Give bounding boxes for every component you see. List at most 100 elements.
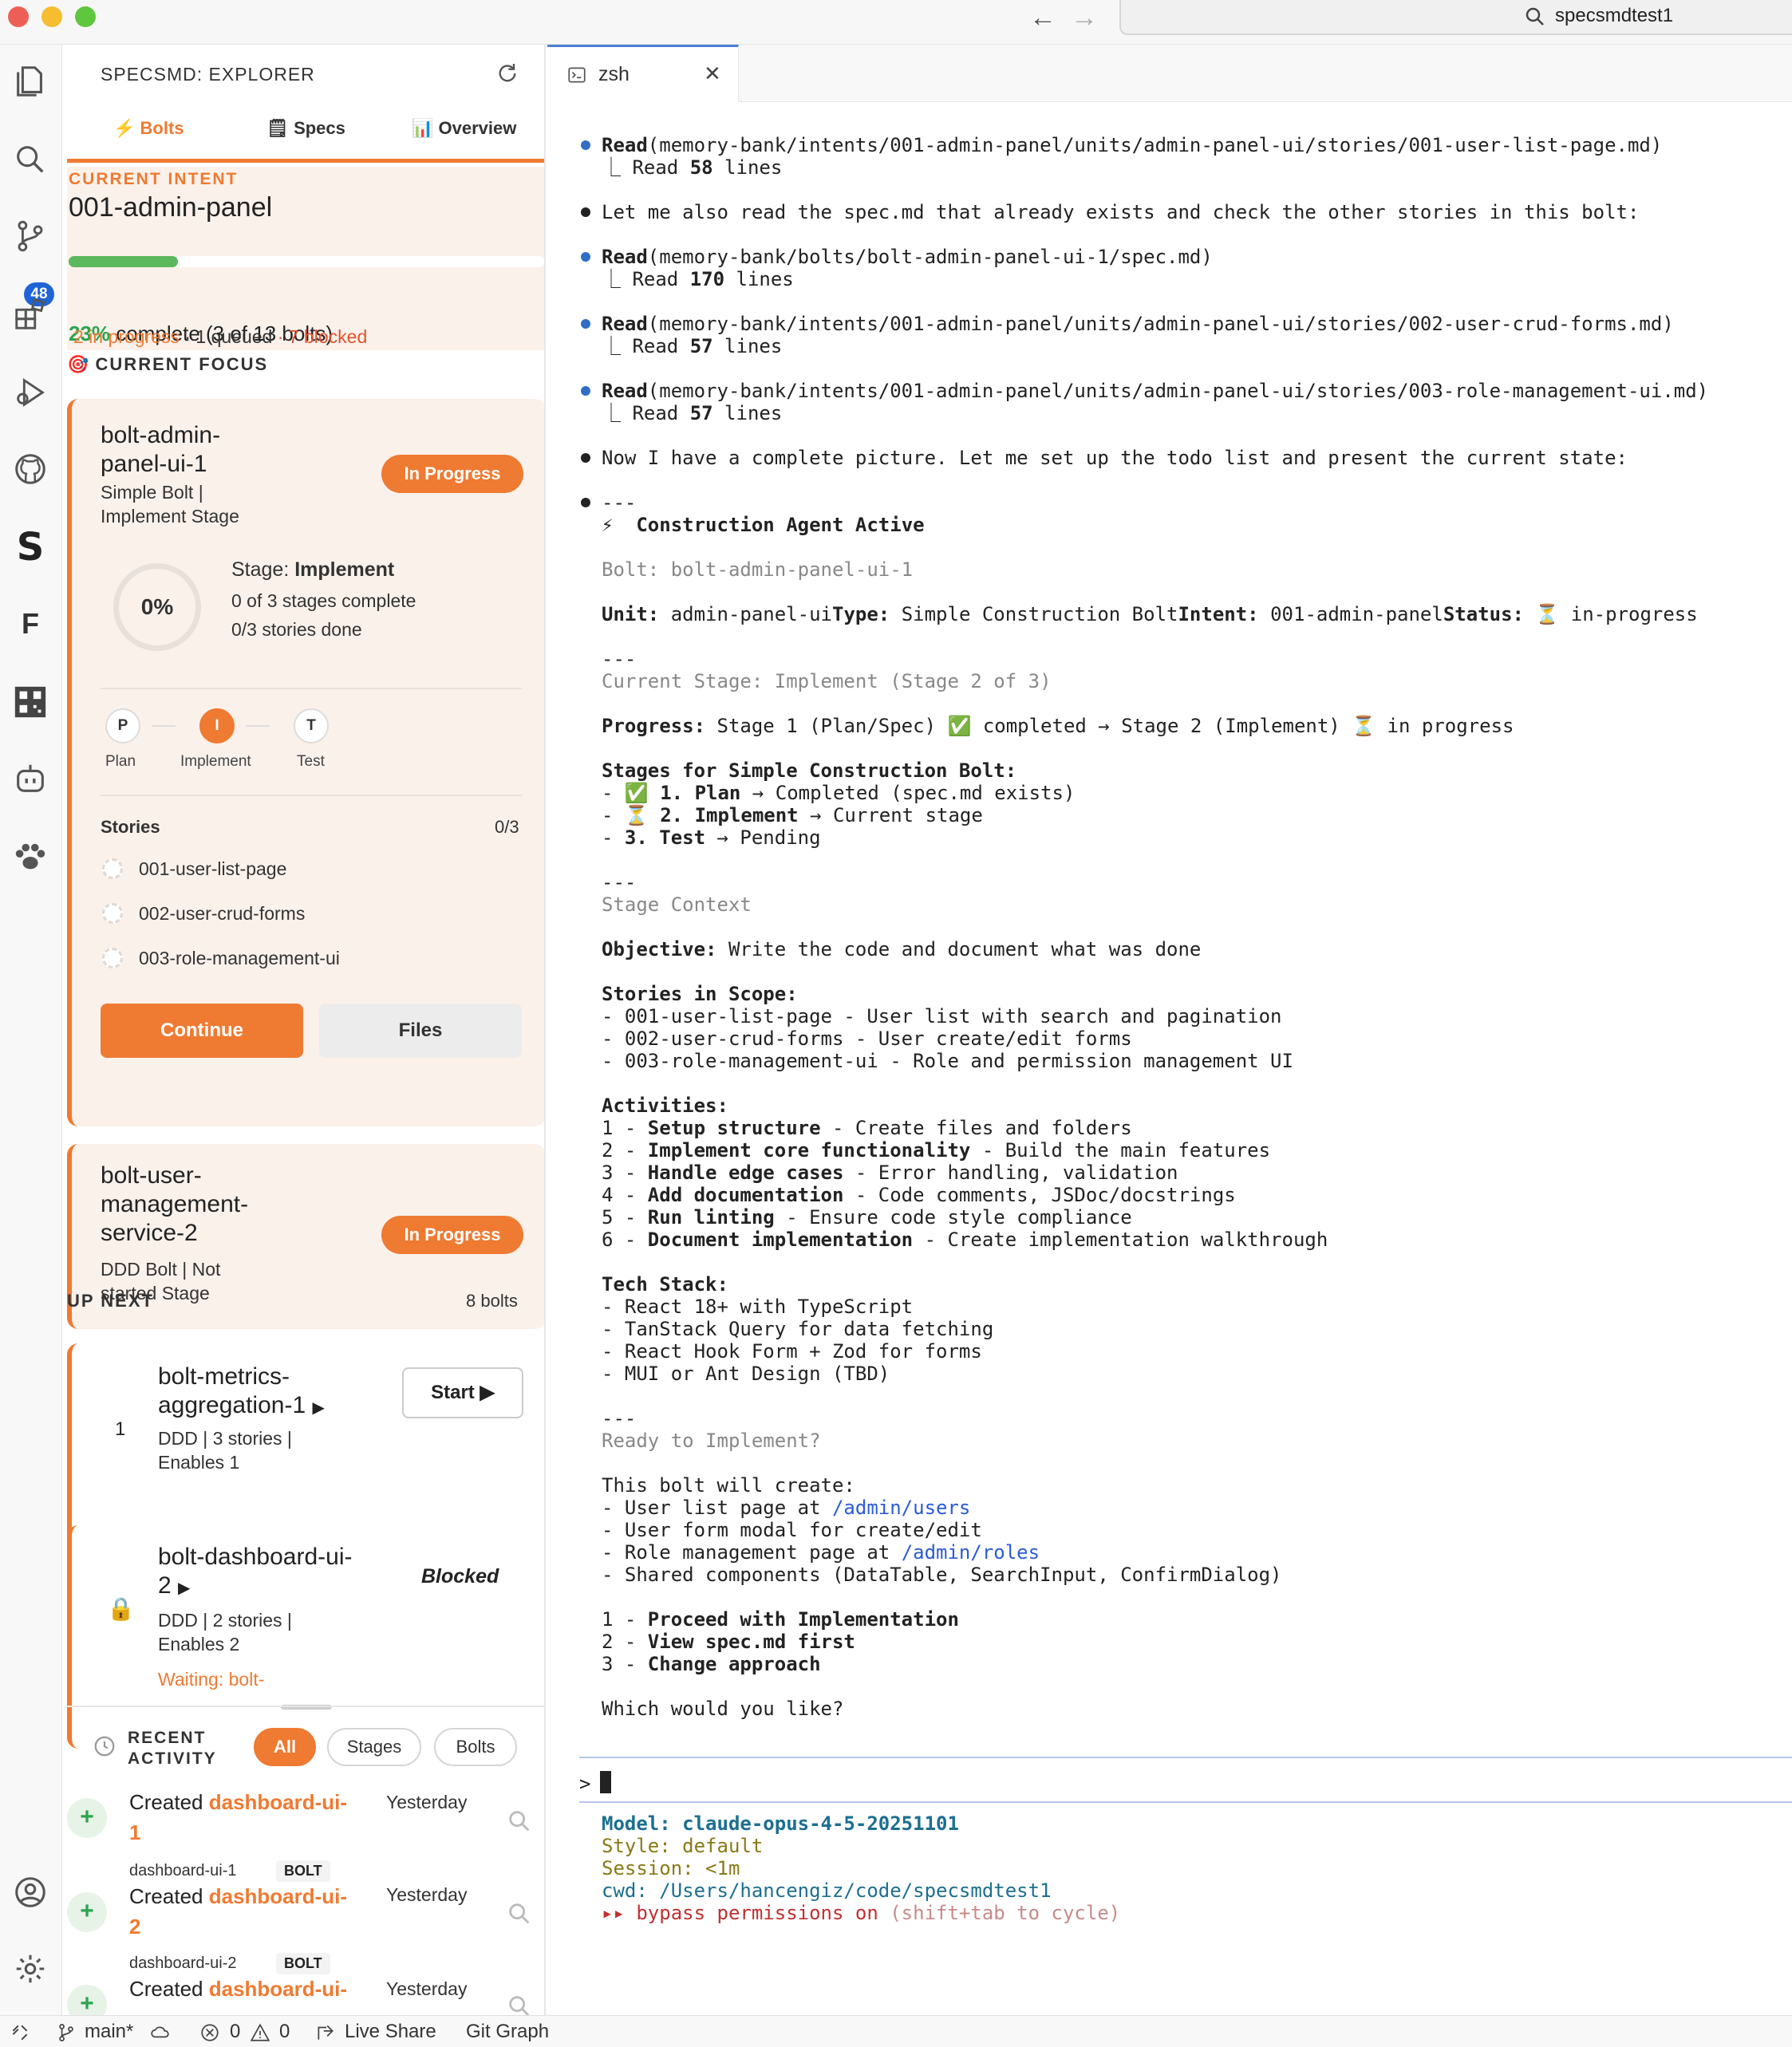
back-arrow-icon[interactable]: ← [1029, 2, 1056, 34]
branch-icon [59, 2024, 73, 2041]
close-icon[interactable]: ✕ [704, 61, 721, 86]
sync-cloud-icon[interactable] [148, 2022, 172, 2043]
bolt-name: bolt-admin-panel-ui-1 [101, 422, 221, 477]
activity-link[interactable]: dashboard-ui- [209, 1977, 347, 2001]
maximize-window-button[interactable] [75, 6, 96, 27]
branch-name[interactable]: main* [85, 2021, 133, 2043]
files-button[interactable]: Files [319, 1004, 522, 1058]
search-text: specsmdtest1 [1555, 5, 1674, 26]
story-item[interactable]: 003-role-management-ui [139, 946, 340, 970]
magnifier-icon[interactable] [506, 1993, 533, 2015]
tab-bolts[interactable]: ⚡ Bolts [113, 118, 184, 139]
in-progress-count[interactable]: 2 in progress [73, 326, 180, 347]
activity-link[interactable]: dashboard-ui- [209, 1790, 347, 1814]
live-share[interactable]: Live Share [345, 2021, 436, 2043]
activity-link[interactable]: dashboard-ui- [209, 1884, 347, 1908]
live-share-icon[interactable] [314, 2022, 337, 2043]
source-control-icon[interactable] [10, 215, 51, 257]
tool-bullet-icon [581, 386, 590, 396]
tab-label: zsh [598, 63, 630, 85]
explorer-files-icon[interactable] [10, 61, 51, 102]
copilot-robot-icon[interactable] [10, 758, 51, 799]
up-next-item-dashboard-ui-2[interactable]: 🔒 bolt-dashboard-ui- 2 ▶ Blocked DDD | 2 … [67, 1525, 544, 1749]
path-link[interactable]: /admin/users [832, 1497, 970, 1519]
created-icon: + [67, 1798, 107, 1838]
expand-arrow-icon[interactable]: ▶ [313, 1399, 325, 1417]
terminal-panel[interactable]: Read(memory-bank/intents/001-admin-panel… [547, 102, 1792, 2023]
activity-text: Created dashboard-ui- [129, 1977, 348, 2001]
account-icon[interactable] [10, 1871, 51, 1913]
search-icon[interactable] [10, 139, 51, 180]
step-connector [246, 725, 270, 727]
fire-flow-icon[interactable]: F [10, 603, 51, 645]
model-line: Model: claude-opus-4-5-20251101 [602, 1812, 959, 1835]
creates-line: - Shared components (DataTable, SearchIn… [602, 1564, 1282, 1586]
github-icon[interactable] [10, 448, 51, 490]
filter-stages[interactable]: Stages [327, 1728, 421, 1766]
command-center-search[interactable]: specsmdtest1 [1119, 0, 1792, 35]
editor-tab-bar: zsh ✕ [547, 45, 1792, 102]
blocked-status: Blocked [421, 1565, 499, 1588]
terminal-icon [568, 67, 586, 83]
forward-arrow-icon[interactable]: → [1071, 2, 1098, 34]
specsmd-icon[interactable]: S [10, 525, 51, 570]
bolt-card-admin-panel-ui-1[interactable]: bolt-admin-panel-ui-1 Simple Bolt | Imple… [67, 399, 544, 1126]
run-debug-icon[interactable] [10, 372, 51, 413]
continue-button[interactable]: Continue [101, 1004, 303, 1058]
tab-overview[interactable]: 📊 Overview [412, 118, 516, 139]
expand-arrow-icon[interactable]: ▶ [178, 1580, 190, 1597]
git-graph[interactable]: Git Graph [466, 2021, 549, 2043]
specs-icon: 🗒 [266, 118, 289, 138]
activity-line: 5 - Run linting - Ensure code style comp… [602, 1206, 1132, 1229]
option-line: 3 - Change approach [602, 1653, 821, 1675]
stories-done: 0/3 stories done [231, 619, 362, 640]
assistant-message: Let me also read the spec.md that alread… [602, 201, 1640, 223]
minimize-window-button[interactable] [41, 6, 62, 27]
creates-heading: This bolt will create: [602, 1474, 855, 1497]
story-item[interactable]: 002-user-crud-forms [139, 901, 305, 925]
current-stage: Current Stage: Implement (Stage 2 of 3) [602, 670, 1052, 692]
warning-icon[interactable] [249, 2022, 271, 2043]
bypass-line: ▸▸ bypass permissions on (shift+tab to c… [602, 1902, 1121, 1924]
ready-line: Ready to Implement? [602, 1430, 821, 1452]
up-next-item-metrics-aggregation-1[interactable]: 1 bolt-metrics-aggregation-1 ▶ DDD | 3 s… [67, 1343, 544, 1552]
path-link[interactable]: /admin/roles [902, 1541, 1040, 1564]
qr-icon[interactable] [10, 681, 51, 723]
magnifier-icon[interactable] [506, 1808, 533, 1835]
queue-number: 1 [115, 1418, 126, 1440]
tool-call-line: Read(memory-bank/bolts/bolt-admin-panel-… [602, 246, 1213, 268]
settings-gear-icon[interactable] [10, 1948, 51, 1990]
tab-specs[interactable]: 🗒 Specs [266, 118, 345, 139]
filter-bolts[interactable]: Bolts [434, 1728, 517, 1766]
error-count[interactable]: 0 [230, 2021, 240, 2043]
prompt-input[interactable]: > [579, 1763, 1792, 1803]
step-label: Plan [105, 753, 136, 770]
cwd-line: cwd: /Users/hancengiz/code/specsmdtest1 [602, 1879, 1052, 1902]
tool-result-line: ⎿ Read 58 lines [602, 156, 783, 179]
intent-name: 001-admin-panel [69, 192, 273, 223]
queued-count[interactable]: · 1 queued [184, 326, 272, 347]
tech-line: - React Hook Form + Zod for forms [602, 1340, 982, 1363]
extensions-icon[interactable] [10, 294, 51, 335]
filter-all[interactable]: All [254, 1728, 316, 1766]
warning-count[interactable]: 0 [279, 2021, 290, 2043]
error-icon[interactable] [199, 2022, 220, 2043]
start-button[interactable]: Start ▶ [402, 1367, 523, 1418]
blocked-count[interactable]: · 7 blocked [278, 326, 368, 347]
remote-icon[interactable] [10, 2022, 30, 2043]
tab-zsh[interactable]: zsh ✕ [547, 45, 739, 102]
activity-time: Yesterday [386, 1978, 468, 1999]
activity-line: 2 - Implement core functionality - Build… [602, 1139, 1271, 1162]
magnifier-icon[interactable] [506, 1900, 533, 1927]
activity-line: 6 - Document implementation - Create imp… [602, 1229, 1328, 1251]
specsmd-explorer-panel: SPECSMD: EXPLORER ⚡ Bolts 🗒 Specs 📊 Over… [67, 45, 546, 2015]
lightning-icon: ⚡ [602, 514, 614, 536]
paw-icon[interactable] [10, 836, 51, 878]
story-item[interactable]: 001-user-list-page [139, 857, 286, 881]
refresh-icon[interactable] [495, 61, 520, 86]
panel-title: SPECSMD: EXPLORER [101, 64, 315, 85]
bolt-icon: ⚡ [113, 118, 136, 138]
stage-item: - 3. Test → Pending [602, 826, 821, 849]
close-window-button[interactable] [8, 6, 29, 27]
activity-time: Yesterday [386, 1884, 468, 1905]
